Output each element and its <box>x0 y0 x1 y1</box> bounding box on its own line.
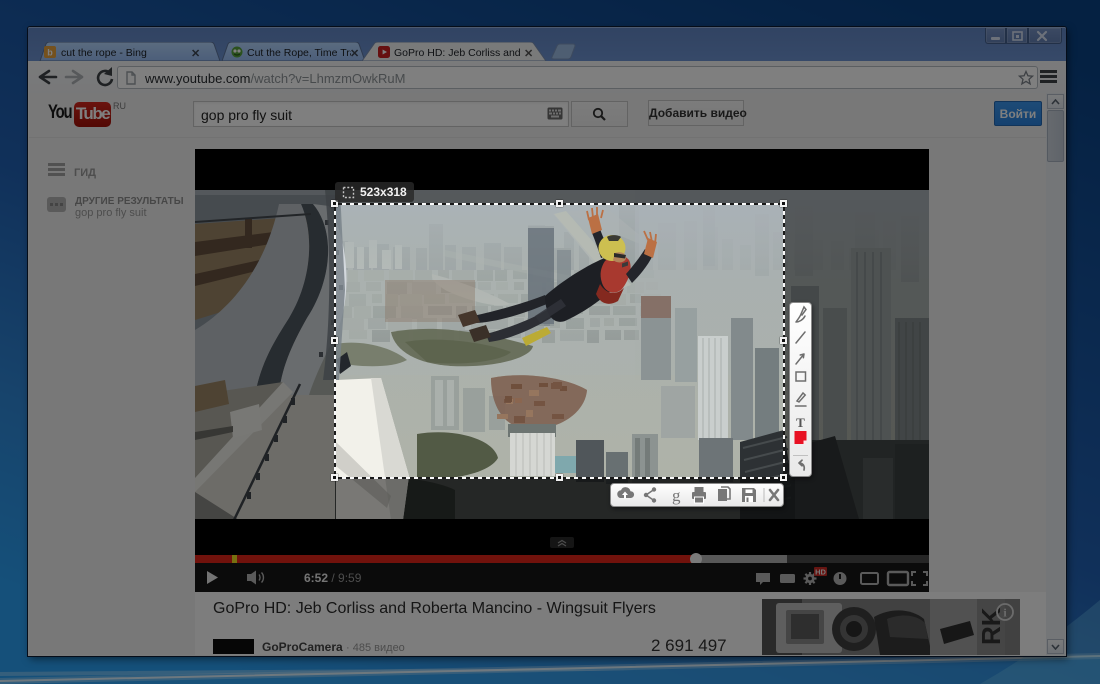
svg-text:g: g <box>672 486 681 505</box>
svg-text:T: T <box>796 415 805 430</box>
